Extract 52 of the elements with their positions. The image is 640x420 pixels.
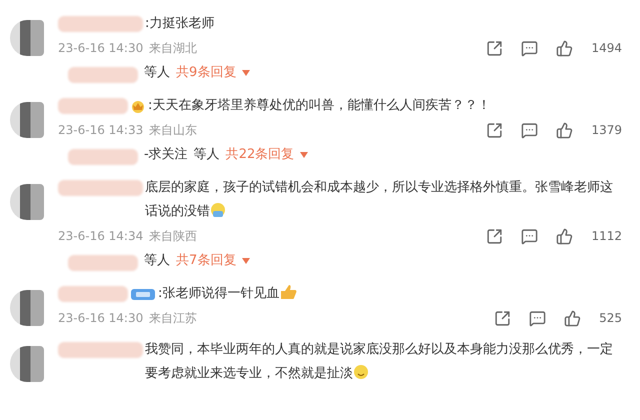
like-icon[interactable] xyxy=(564,310,582,326)
comment-text: 我赞同，本毕业两年的人真的就是说家底没那么好以及本身能力没那么优秀，一定要考虑就业来选专业，不然就是扯淡 xyxy=(145,341,614,383)
avatar-placeholder[interactable] xyxy=(10,346,44,382)
blurred-username xyxy=(68,255,138,271)
blurred-username xyxy=(68,149,138,165)
avatar-placeholder[interactable] xyxy=(10,20,44,56)
share-icon[interactable] xyxy=(486,122,504,138)
like-count: 1379 xyxy=(591,122,622,139)
like-count: 1494 xyxy=(591,40,622,57)
reply-suffix: 等人 xyxy=(144,252,170,270)
comment-text: :力挺张老师 xyxy=(145,15,216,33)
reply-count-link[interactable]: 共9条回复 xyxy=(176,60,236,86)
comment-location: 来自陕西 xyxy=(149,228,198,245)
share-icon[interactable] xyxy=(486,228,504,244)
caret-icon[interactable] xyxy=(242,70,250,76)
comment-icon[interactable] xyxy=(521,40,538,56)
like-icon[interactable] xyxy=(556,122,574,138)
avatar-placeholder[interactable] xyxy=(10,102,44,138)
comment-time: 23-6-16 14:30 xyxy=(58,310,144,327)
comment-icon[interactable] xyxy=(521,228,538,244)
comment-location: 来自湖北 xyxy=(149,40,198,57)
share-icon[interactable] xyxy=(494,310,512,326)
crown-badge-icon xyxy=(130,98,146,114)
smile-emoji-icon xyxy=(353,364,369,380)
avatar-placeholder[interactable] xyxy=(10,290,44,326)
share-icon[interactable] xyxy=(486,40,504,56)
reply-suffix: 等人 xyxy=(144,64,170,82)
comment-location: 来自山东 xyxy=(149,122,198,139)
reply-count-link[interactable]: 共7条回复 xyxy=(176,248,236,274)
caret-icon[interactable] xyxy=(242,258,250,264)
reply-count-link[interactable]: 共22条回复 xyxy=(226,142,294,168)
comment-time: 23-6-16 14:30 xyxy=(58,40,144,57)
thumbs-up-emoji-icon xyxy=(279,284,298,300)
comment-time: 23-6-16 14:33 xyxy=(58,122,144,139)
member-badge-icon xyxy=(130,286,156,302)
comment-time: 23-6-16 14:34 xyxy=(58,228,144,245)
reply-suffix: 等人 xyxy=(194,146,220,164)
like-icon[interactable] xyxy=(556,228,574,244)
reply-user-name: -求关注 xyxy=(144,146,188,164)
avatar-placeholder[interactable] xyxy=(10,184,44,220)
emoji-icon xyxy=(210,202,226,218)
like-count: 525 xyxy=(599,310,622,327)
comment-icon[interactable] xyxy=(529,310,546,326)
comment-icon[interactable] xyxy=(521,122,538,138)
comment-text: :张老师说得一针见血 xyxy=(158,282,622,306)
like-count: 1112 xyxy=(591,228,622,245)
comment-text: :天天在象牙塔里养尊处优的叫兽，能懂什么人间疾苦？？！ xyxy=(148,97,492,115)
like-icon[interactable] xyxy=(556,40,574,56)
comment-location: 来自江苏 xyxy=(149,310,198,327)
caret-icon[interactable] xyxy=(300,152,308,158)
blurred-username xyxy=(68,67,138,83)
comment-text: 底层的家庭，孩子的试错机会和成本越少，所以专业选择格外慎重。张雪峰老师这话说的没错 xyxy=(145,179,614,221)
